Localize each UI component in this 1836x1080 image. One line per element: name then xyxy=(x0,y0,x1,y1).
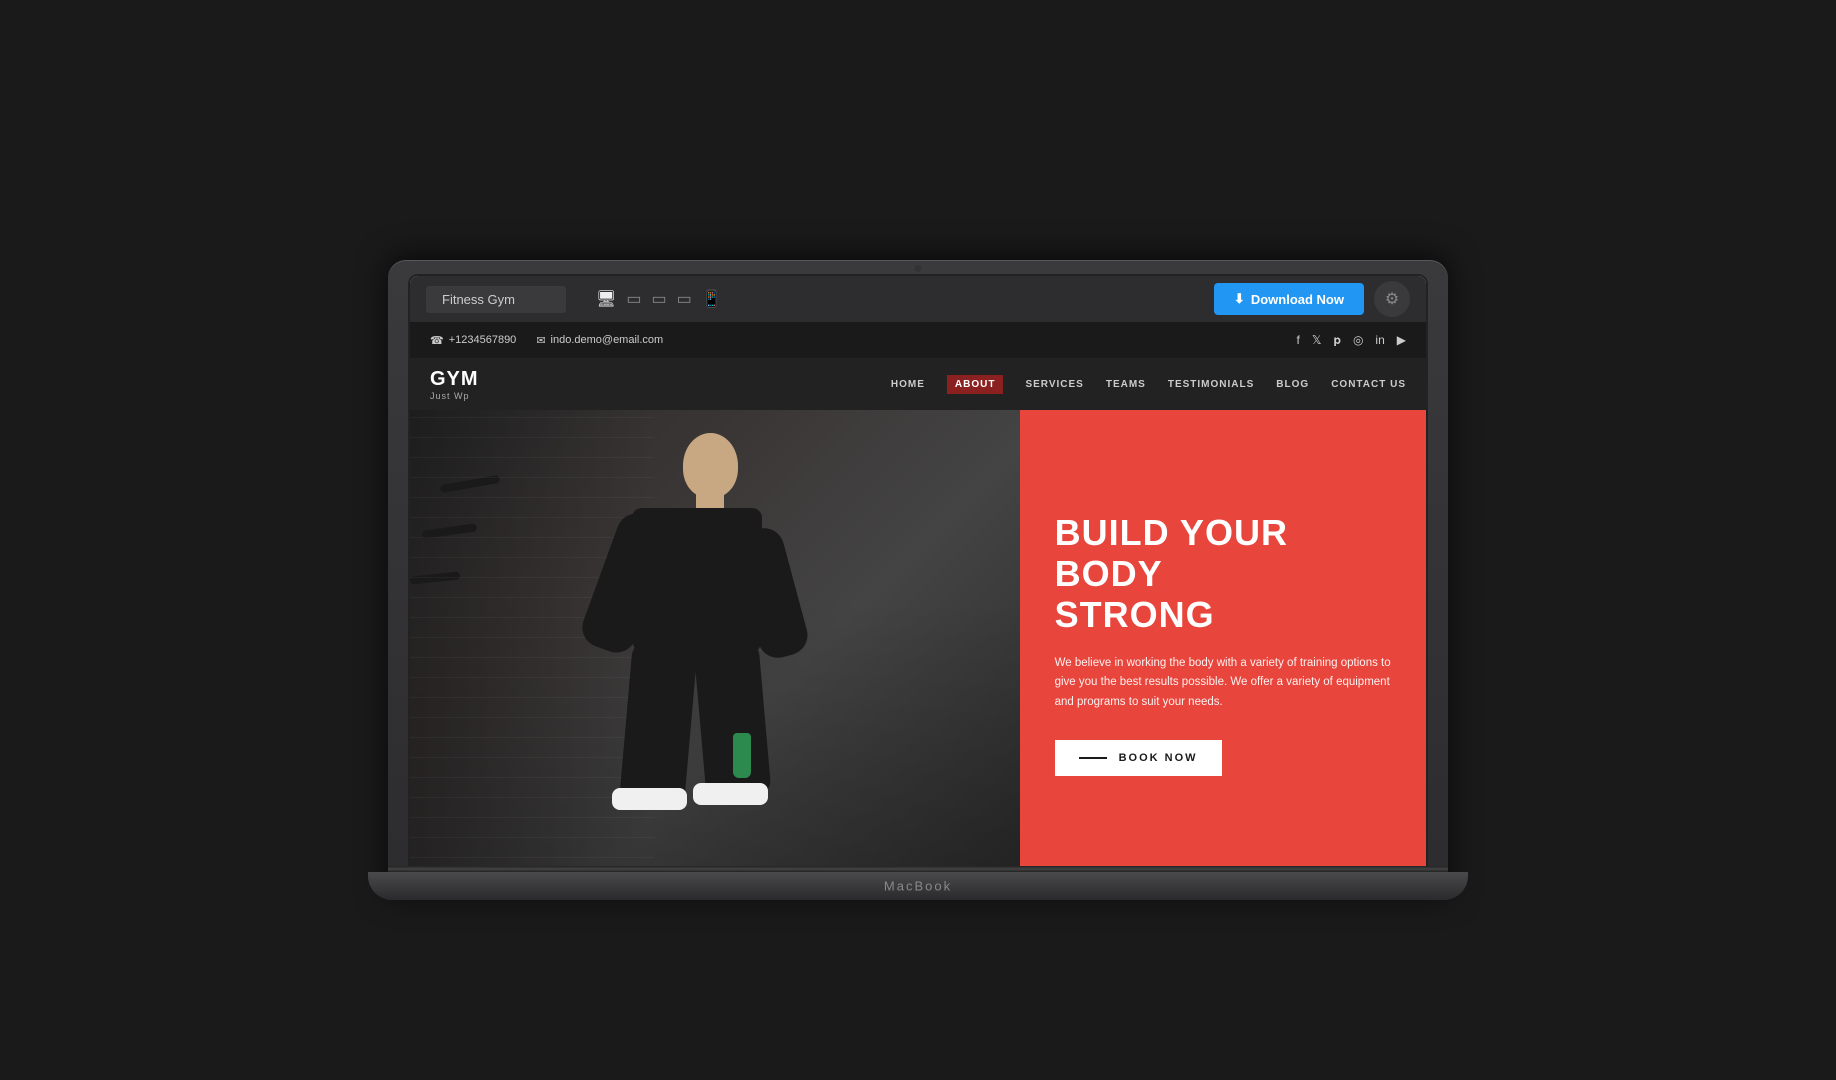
device-icons: 🖥 ▭ ▭ ▭ 📱 xyxy=(596,289,722,309)
phone-item: ☎ +1234567890 xyxy=(430,334,516,347)
btn-line-decoration xyxy=(1079,757,1107,759)
download-button[interactable]: ⬇ Download Now xyxy=(1214,283,1364,315)
contact-info: ☎ +1234567890 ✉ indo.demo@email.com xyxy=(430,334,663,347)
camera xyxy=(915,265,922,272)
macbook: Fitness Gym 🖥 ▭ ▭ ▭ 📱 ⬇ Download Now xyxy=(368,180,1468,900)
laptop-base: MacBook xyxy=(368,872,1468,900)
person-figure xyxy=(532,433,867,864)
figure-left-shoe xyxy=(612,788,687,810)
scene: Fitness Gym 🖥 ▭ ▭ ▭ 📱 ⬇ Download Now xyxy=(368,180,1468,900)
brand-label: MacBook xyxy=(884,879,952,894)
nav-item-testimonials[interactable]: TESTIMONIALS xyxy=(1168,379,1254,390)
hero-image xyxy=(410,410,1020,878)
twitter-icon[interactable]: 𝕏 xyxy=(1312,333,1322,347)
hero-description: We believe in working the body with a va… xyxy=(1055,654,1391,713)
nav-logo: GYM Just Wp xyxy=(430,368,479,401)
figure-bottle xyxy=(733,733,751,778)
gym-photo xyxy=(410,410,1020,878)
hero-headline-line1: BUILD YOUR BODY xyxy=(1055,512,1288,594)
nav-menu: HOME ABOUT SERVICES TEAMS TESTIMONIALS B… xyxy=(891,375,1406,394)
social-icons: f 𝕏 𝐩 ◎ in ▶ xyxy=(1296,333,1406,348)
logo-subtitle: Just Wp xyxy=(430,391,479,401)
hero-headline-line2: STRONG xyxy=(1055,594,1215,635)
download-label: Download Now xyxy=(1251,292,1344,307)
linkedin-icon[interactable]: in xyxy=(1375,333,1384,347)
hero-section: BUILD YOUR BODY STRONG We believe in wor… xyxy=(410,410,1426,878)
facebook-icon[interactable]: f xyxy=(1296,333,1299,347)
nav-item-home[interactable]: HOME xyxy=(891,379,925,390)
figure-left-leg xyxy=(619,641,698,806)
gear-button[interactable]: ⚙ xyxy=(1374,281,1410,317)
screen-content: Fitness Gym 🖥 ▭ ▭ ▭ 📱 ⬇ Download Now xyxy=(410,276,1426,878)
figure-right-leg xyxy=(693,641,771,801)
nav-item-services[interactable]: SERVICES xyxy=(1025,379,1083,390)
contact-bar: ☎ +1234567890 ✉ indo.demo@email.com f 𝕏 xyxy=(410,322,1426,358)
figure-right-shoe xyxy=(693,783,768,805)
download-icon: ⬇ xyxy=(1234,291,1245,307)
hero-content-panel: BUILD YOUR BODY STRONG We believe in wor… xyxy=(1020,410,1426,878)
site-title: Fitness Gym xyxy=(426,286,566,313)
phone-number: +1234567890 xyxy=(449,334,517,346)
laptop-body: Fitness Gym 🖥 ▭ ▭ ▭ 📱 ⬇ Download Now xyxy=(388,260,1448,900)
logo-title: GYM xyxy=(430,368,479,391)
nav-item-contact[interactable]: CONTACT US xyxy=(1331,379,1406,390)
figure-head xyxy=(683,433,738,498)
phone-icon: ☎ xyxy=(430,334,444,347)
hero-headline: BUILD YOUR BODY STRONG xyxy=(1055,512,1391,636)
navbar: GYM Just Wp HOME ABOUT SERVICES TEAMS TE… xyxy=(410,358,1426,410)
tablet-icon[interactable]: ▭ xyxy=(651,289,666,309)
instagram-icon[interactable]: ◎ xyxy=(1353,333,1363,347)
email-icon: ✉ xyxy=(536,334,545,347)
website: GYM Just Wp HOME ABOUT SERVICES TEAMS TE… xyxy=(410,358,1426,878)
email-address: indo.demo@email.com xyxy=(551,334,664,346)
nav-item-about[interactable]: ABOUT xyxy=(947,375,1004,394)
book-now-button[interactable]: BOOK NOW xyxy=(1055,740,1222,776)
youtube-icon[interactable]: ▶ xyxy=(1397,333,1406,347)
desktop-icon[interactable]: 🖥 xyxy=(596,289,616,309)
monitor-icon[interactable]: ▭ xyxy=(626,289,641,309)
pinterest-icon[interactable]: 𝐩 xyxy=(1333,333,1340,348)
mobile-icon[interactable]: 📱 xyxy=(702,289,722,309)
email-item: ✉ indo.demo@email.com xyxy=(536,334,663,347)
toolbar: Fitness Gym 🖥 ▭ ▭ ▭ 📱 ⬇ Download Now xyxy=(410,276,1426,322)
book-btn-label: BOOK NOW xyxy=(1119,752,1198,764)
screen-bezel: Fitness Gym 🖥 ▭ ▭ ▭ 📱 ⬇ Download Now xyxy=(408,274,1428,880)
small-tablet-icon[interactable]: ▭ xyxy=(677,289,692,309)
gear-icon: ⚙ xyxy=(1385,289,1399,309)
nav-item-blog[interactable]: BLOG xyxy=(1276,379,1309,390)
nav-item-teams[interactable]: TEAMS xyxy=(1106,379,1146,390)
